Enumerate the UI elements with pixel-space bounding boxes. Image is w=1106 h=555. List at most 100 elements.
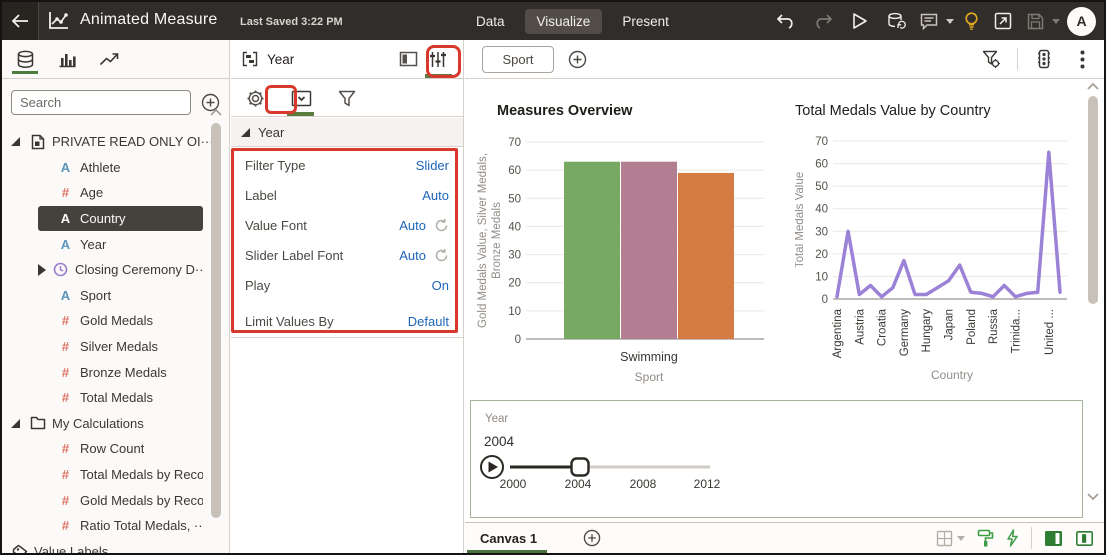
save-caret-icon[interactable] bbox=[1052, 18, 1060, 24]
property-value[interactable]: Default bbox=[408, 314, 449, 329]
tree-item-label: Row Count bbox=[80, 441, 145, 457]
filter-panel-header: Year bbox=[231, 40, 463, 79]
save-icon[interactable] bbox=[1025, 6, 1045, 36]
filter-chip-sport[interactable]: Sport bbox=[482, 45, 554, 73]
back-button[interactable] bbox=[2, 2, 39, 40]
canvas-scroll-thumb[interactable] bbox=[1088, 96, 1098, 304]
tree-item-private-read-only-oi[interactable]: PRIVATE READ ONLY OI··· bbox=[2, 129, 229, 155]
tree-item-bronze-medals[interactable]: # Bronze Medals bbox=[38, 359, 203, 385]
expander-open-icon[interactable] bbox=[11, 418, 20, 428]
tab-visualize[interactable]: Visualize bbox=[524, 8, 603, 34]
filter-section-header[interactable]: Year bbox=[231, 118, 463, 147]
general-settings-gear-icon[interactable] bbox=[243, 83, 267, 113]
svg-text:Germany: Germany bbox=[899, 309, 911, 357]
visualizations-tab-barchart-icon[interactable] bbox=[54, 42, 80, 76]
expander-closed-icon[interactable] bbox=[38, 263, 46, 276]
toggle-left-panel-icon[interactable] bbox=[1044, 530, 1063, 547]
property-row-play[interactable]: Play On bbox=[231, 270, 463, 300]
tree-item-gold-medals[interactable]: # Gold Medals bbox=[38, 308, 203, 334]
property-row-value-font[interactable]: Value Font Auto bbox=[231, 210, 463, 240]
scroll-up-icon[interactable] bbox=[209, 108, 223, 117]
tree-item-gold-medals-by-record[interactable]: # Gold Medals by Record bbox=[38, 487, 203, 513]
tree-item-age[interactable]: # Age bbox=[38, 180, 203, 206]
data-elements-tree: PRIVATE READ ONLY OI··· A Athlete # Age A Coun… bbox=[2, 129, 229, 553]
property-row-filter-type[interactable]: Filter Type Slider bbox=[231, 150, 463, 180]
redo-icon[interactable] bbox=[808, 6, 838, 36]
tree-item-label: My Calculations bbox=[52, 415, 144, 431]
svg-text:60: 60 bbox=[508, 165, 521, 177]
property-value[interactable]: Auto bbox=[399, 248, 426, 263]
add-canvas-icon[interactable] bbox=[583, 529, 601, 547]
property-label: Filter Type bbox=[245, 157, 306, 173]
style-paint-roller-icon[interactable] bbox=[977, 529, 994, 547]
visualization-canvas: Sport Measures Overview Total Medals Val… bbox=[465, 40, 1104, 553]
refresh-data-icon[interactable] bbox=[882, 6, 912, 36]
tree-item-year[interactable]: A Year bbox=[38, 231, 203, 257]
property-value[interactable]: Auto bbox=[422, 188, 449, 203]
tab-present[interactable]: Present bbox=[610, 9, 681, 34]
toggle-right-panel-icon[interactable] bbox=[1075, 530, 1094, 547]
user-avatar[interactable]: A bbox=[1067, 6, 1096, 36]
total-medals-line-chart[interactable]: 0 10 20 30 40 50 60 70 Total Medals Value Argenti… bbox=[795, 92, 1100, 392]
conditional-formatting-icon[interactable] bbox=[1032, 47, 1056, 71]
bar-bronze-medals[interactable] bbox=[678, 172, 734, 339]
measure-icon: # bbox=[61, 467, 70, 483]
comments-icon[interactable] bbox=[919, 6, 939, 36]
tree-item-total-medals[interactable]: # Total Medals bbox=[38, 385, 203, 411]
insights-bulb-icon[interactable] bbox=[961, 6, 981, 36]
property-row-limit-values-by[interactable]: Limit Values By Default bbox=[231, 306, 463, 336]
sidebar-scroll-thumb[interactable] bbox=[211, 123, 221, 518]
property-value[interactable]: On bbox=[432, 278, 449, 293]
search-input[interactable] bbox=[11, 90, 191, 115]
expander-open-icon[interactable] bbox=[11, 137, 20, 147]
tab-data[interactable]: Data bbox=[464, 9, 517, 34]
canvas-scroll-down-icon[interactable] bbox=[1086, 492, 1100, 501]
bar-silver-medals[interactable] bbox=[621, 161, 677, 339]
grammar-panel-icon[interactable] bbox=[393, 42, 423, 76]
comments-caret-icon[interactable] bbox=[946, 18, 954, 24]
slider-handle[interactable] bbox=[570, 457, 590, 477]
tree-item-silver-medals[interactable]: # Silver Medals bbox=[38, 334, 203, 360]
date-clock-icon bbox=[52, 262, 69, 277]
analytics-tab-trend-icon[interactable] bbox=[96, 42, 122, 76]
tree-item-value-labels[interactable]: Value Labels bbox=[2, 539, 229, 553]
tree-item-closing-ceremony-d[interactable]: Closing Ceremony D··· bbox=[38, 257, 203, 283]
tree-item-label: Value Labels bbox=[34, 543, 109, 553]
preview-play-icon[interactable] bbox=[845, 6, 875, 36]
svg-text:Austria: Austria bbox=[854, 308, 866, 344]
auto-insights-bolt-icon[interactable] bbox=[1006, 529, 1019, 547]
tree-item-row-count[interactable]: # Row Count bbox=[38, 436, 203, 462]
canvas-menu-kebab-icon[interactable] bbox=[1070, 47, 1094, 71]
tree-item-sport[interactable]: A Sport bbox=[38, 283, 203, 309]
reset-refresh-icon[interactable] bbox=[434, 218, 449, 233]
workbook-chart-icon bbox=[48, 11, 70, 31]
property-row-slider-label-font[interactable]: Slider Label Font Auto bbox=[231, 240, 463, 270]
data-elements-tab-database-icon[interactable] bbox=[12, 42, 38, 76]
bar-gold-medals-value[interactable] bbox=[564, 161, 620, 339]
svg-text:Gold Medals Value, Silver Meda: Gold Medals Value, Silver Medals, bbox=[477, 153, 489, 328]
property-value[interactable]: Slider bbox=[416, 158, 449, 173]
property-row-label[interactable]: Label Auto bbox=[231, 180, 463, 210]
undo-icon[interactable] bbox=[771, 6, 801, 36]
slider-play-button[interactable] bbox=[480, 455, 504, 479]
tree-item-athlete[interactable]: A Athlete bbox=[38, 155, 203, 181]
reset-refresh-icon[interactable] bbox=[434, 248, 449, 263]
canvas-tab-1[interactable]: Canvas 1 bbox=[465, 523, 555, 553]
filter-control-type-icon[interactable] bbox=[287, 83, 314, 116]
property-label: Limit Values By bbox=[245, 313, 334, 329]
canvas-layout-control[interactable] bbox=[936, 530, 965, 547]
measures-overview-bar-chart[interactable]: 0 10 20 30 40 50 60 70 Gold Medals Value, Silver… bbox=[468, 92, 788, 392]
tree-item-country[interactable]: A Country bbox=[38, 205, 203, 232]
add-filter-icon[interactable] bbox=[568, 50, 587, 69]
tree-item-total-medals-by-record[interactable]: # Total Medals by Record bbox=[38, 462, 203, 488]
export-open-icon[interactable] bbox=[988, 6, 1018, 36]
slider-tick-2012: 2012 bbox=[693, 477, 721, 491]
line-series-total-medals-value[interactable] bbox=[835, 150, 1062, 299]
property-value[interactable]: Auto bbox=[399, 218, 426, 233]
tree-item-ratio-total-medals[interactable]: # Ratio Total Medals, ··· bbox=[38, 513, 203, 539]
tree-item-my-calculations[interactable]: My Calculations bbox=[2, 411, 229, 437]
filter-funnel-icon[interactable] bbox=[335, 83, 359, 113]
canvas-scroll-up-icon[interactable] bbox=[1086, 82, 1100, 91]
limit-values-funnel-icon[interactable] bbox=[979, 47, 1003, 71]
properties-panel-icon[interactable] bbox=[423, 42, 453, 78]
